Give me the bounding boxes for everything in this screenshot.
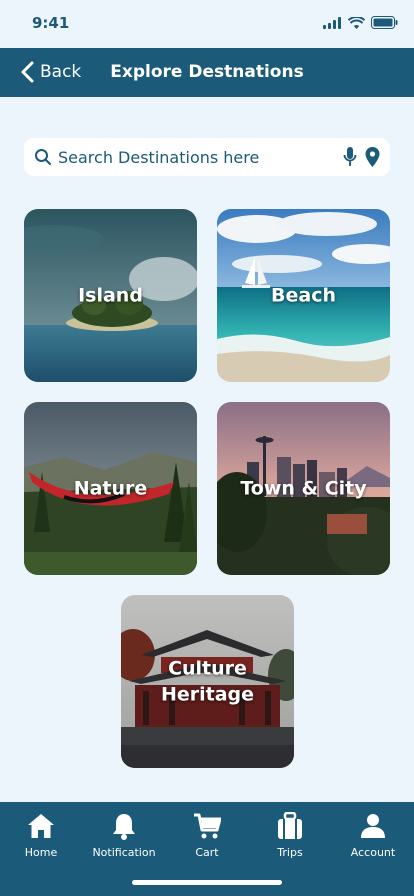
category-label: Beach <box>271 284 336 307</box>
search-input[interactable] <box>58 147 343 167</box>
nav-label: Notification <box>92 846 156 859</box>
nav-item-trips[interactable]: Trips <box>249 810 331 859</box>
nav-label: Account <box>350 846 396 859</box>
person-icon <box>361 814 385 838</box>
location-pin-icon[interactable] <box>365 147 380 167</box>
nav-item-home[interactable]: Home <box>0 810 82 859</box>
nav-item-cart[interactable]: Cart <box>166 810 248 859</box>
category-label: Island <box>78 284 143 307</box>
nav-item-account[interactable]: Account <box>332 810 414 859</box>
search-bar <box>24 138 390 176</box>
cart-icon <box>194 813 221 839</box>
nav-item-notification[interactable]: Notification <box>83 810 165 859</box>
category-label-line2: Heritage <box>160 683 255 706</box>
status-bar: 9:41 <box>0 0 414 48</box>
category-card-island[interactable]: Island <box>24 209 197 382</box>
home-indicator <box>132 880 282 885</box>
category-label-line1: Culture <box>168 656 247 679</box>
category-label: Town & City <box>240 477 367 500</box>
category-card-nature[interactable]: Nature <box>24 402 197 575</box>
nav-label: Trips <box>277 846 303 859</box>
battery-icon <box>371 16 398 29</box>
bell-icon <box>113 814 135 840</box>
category-label: Nature <box>73 477 148 500</box>
page-title: Explore Destnations <box>110 62 304 82</box>
category-card-beach[interactable]: Beach <box>217 209 390 382</box>
signal-icon <box>323 16 341 29</box>
microphone-icon[interactable] <box>343 147 357 167</box>
wifi-icon <box>348 16 365 29</box>
category-label: Culture Heritage <box>121 655 294 708</box>
home-icon <box>28 814 54 838</box>
search-icon <box>35 149 51 165</box>
nav-label: Cart <box>195 846 219 859</box>
category-card-town-city[interactable]: Town & City <box>217 402 390 575</box>
category-card-culture-heritage[interactable]: Culture Heritage <box>121 595 294 768</box>
status-icons <box>323 16 398 29</box>
status-time: 9:41 <box>32 14 70 32</box>
nav-label: Home <box>24 846 58 859</box>
header-bar: Back Explore Destnations <box>0 48 414 97</box>
suitcase-icon <box>278 812 302 839</box>
